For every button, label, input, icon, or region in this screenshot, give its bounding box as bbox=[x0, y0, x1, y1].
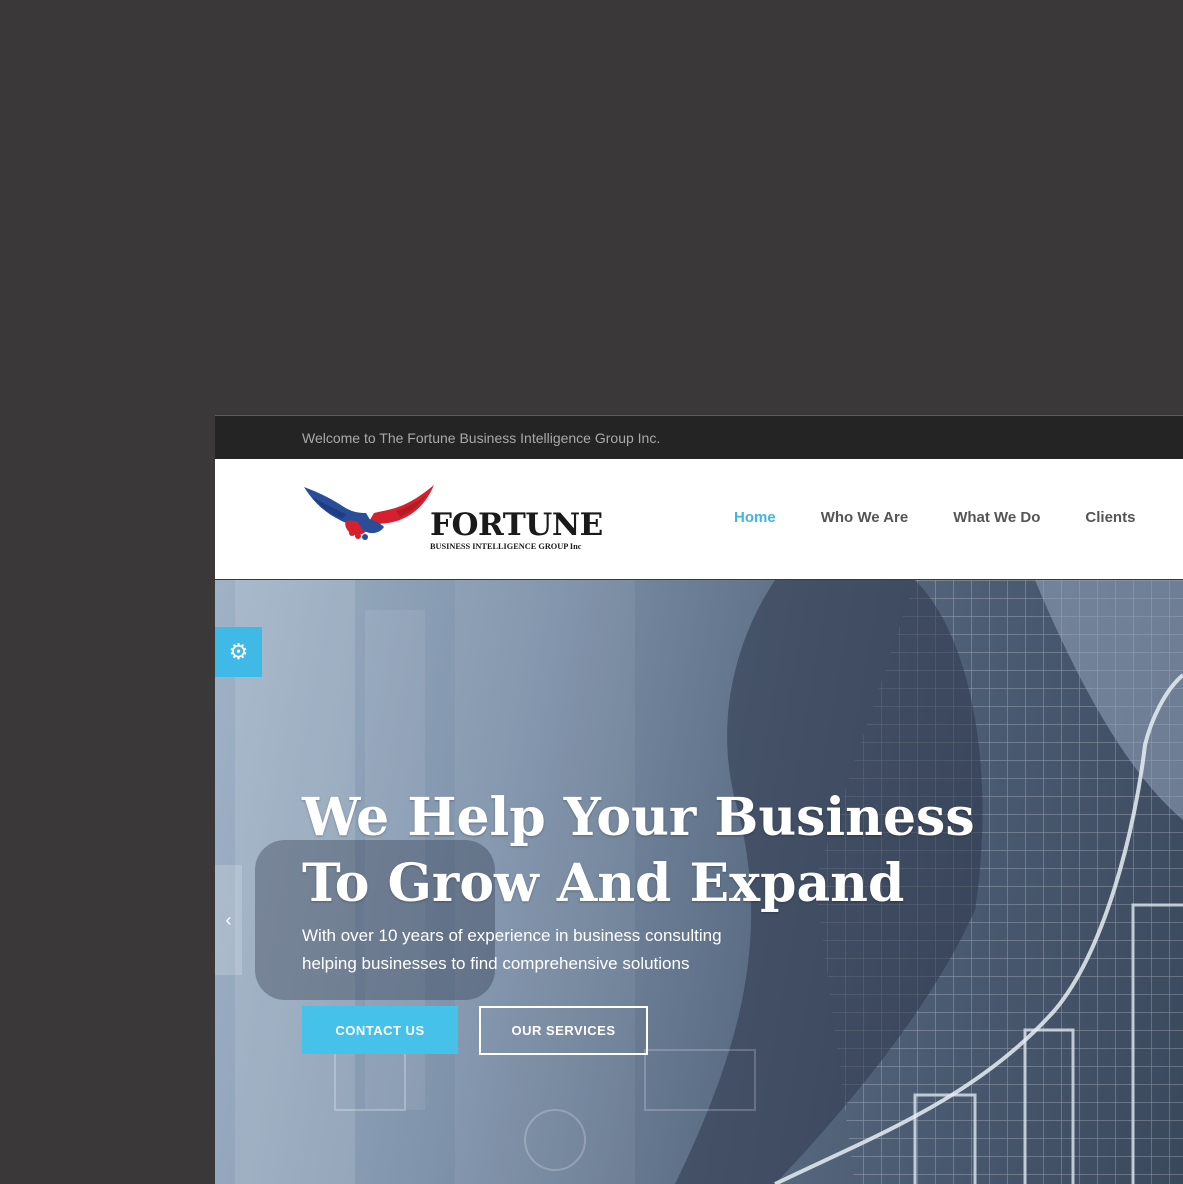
hero-slider: ⚙ ‹ We Help Your Business To Grow And Ex… bbox=[215, 580, 1183, 1184]
site-header: FORTUNE BUSINESS INTELLIGENCE GROUP Inc … bbox=[215, 459, 1183, 579]
nav-item-clients[interactable]: Clients bbox=[1085, 509, 1135, 526]
our-services-button[interactable]: OUR SERVICES bbox=[479, 1006, 648, 1055]
logo-tagline: BUSINESS INTELLIGENCE GROUP Inc bbox=[430, 542, 582, 551]
handshake-wings-icon bbox=[304, 485, 434, 540]
hero-subtext: With over 10 years of experience in busi… bbox=[302, 922, 722, 978]
chevron-left-icon: ‹ bbox=[225, 909, 232, 930]
logo[interactable]: FORTUNE BUSINESS INTELLIGENCE GROUP Inc bbox=[302, 483, 603, 553]
nav-item-home[interactable]: Home bbox=[734, 509, 776, 526]
contact-us-button[interactable]: CONTACT US bbox=[302, 1006, 458, 1054]
settings-button[interactable]: ⚙ bbox=[215, 627, 262, 677]
nav-item-what-we-do[interactable]: What We Do bbox=[953, 509, 1040, 526]
hero-headline-line1: We Help Your Business bbox=[302, 787, 975, 848]
website-frame: Welcome to The Fortune Business Intellig… bbox=[215, 415, 1183, 1184]
welcome-text: Welcome to The Fortune Business Intellig… bbox=[302, 429, 661, 446]
logo-name: FORTUNE bbox=[430, 507, 603, 543]
slider-prev-button[interactable]: ‹ bbox=[215, 865, 242, 975]
top-bar: Welcome to The Fortune Business Intellig… bbox=[215, 416, 1183, 459]
hero-headline: We Help Your Business To Grow And Expand bbox=[302, 785, 975, 917]
hero-subtext-line2: helping businesses to find comprehensive… bbox=[302, 954, 690, 973]
gear-icon: ⚙ bbox=[228, 639, 249, 664]
main-nav: Home Who We Are What We Do Clients bbox=[734, 509, 1180, 526]
hero-subtext-line1: With over 10 years of experience in busi… bbox=[302, 926, 722, 945]
nav-item-who-we-are[interactable]: Who We Are bbox=[821, 509, 909, 526]
hero-headline-line2: To Grow And Expand bbox=[302, 853, 905, 914]
